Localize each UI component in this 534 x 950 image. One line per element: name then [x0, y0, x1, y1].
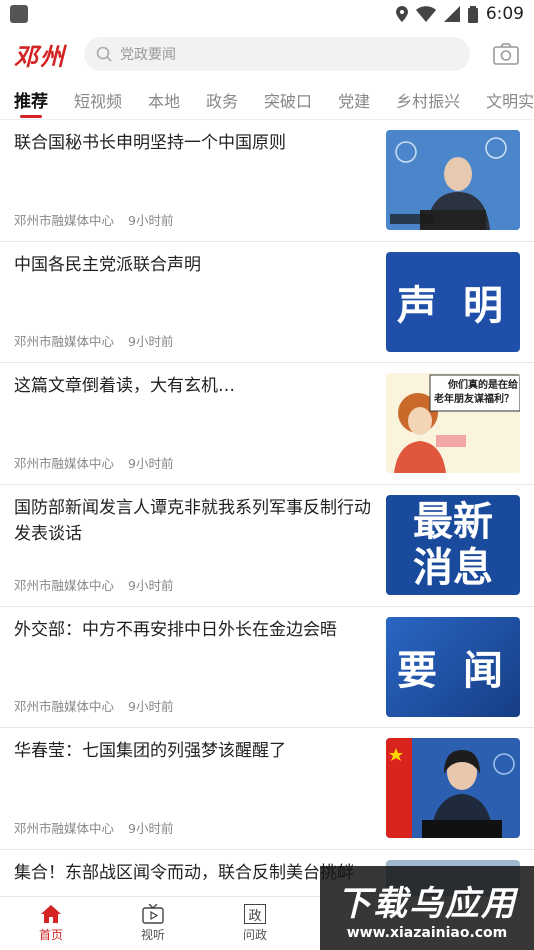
- news-time: 9小时前: [128, 456, 174, 472]
- news-source: 邓州市融媒体中心: [14, 699, 115, 715]
- signal-icon: [443, 6, 460, 22]
- status-right: 6:09: [395, 4, 524, 24]
- nav-home-label: 首页: [38, 928, 63, 942]
- tab-government[interactable]: 政务: [206, 80, 238, 119]
- news-source: 邓州市融媒体中心: [14, 212, 115, 228]
- watermark-title: 下载乌应用: [337, 883, 517, 924]
- search-icon: [96, 46, 112, 62]
- news-title: 中国各民主党派联合声明: [14, 254, 201, 275]
- tab-party[interactable]: 党建: [338, 80, 370, 119]
- cartoon-caption-line-1: 你们真的是在给: [448, 380, 518, 392]
- news-meta: 邓州市融媒体中心 9小时前: [14, 575, 372, 594]
- news-thumbnail: 要 闻: [386, 616, 520, 717]
- nav-politics[interactable]: 政 问政: [204, 897, 306, 950]
- news-time: 9小时前: [128, 821, 174, 837]
- news-text: 外交部：中方不再安排中日外长在金边会晤 邓州市融媒体中心 9小时前: [14, 613, 386, 722]
- nav-tv[interactable]: 视听: [102, 897, 204, 950]
- news-time: 9小时前: [128, 334, 174, 350]
- news-item[interactable]: 外交部：中方不再安排中日外长在金边会晤 邓州市融媒体中心 9小时前 要 闻: [0, 607, 534, 729]
- news-meta: 邓州市融媒体中心 9小时前: [14, 453, 372, 472]
- news-thumbnail: 你们真的是在给 老年朋友谋福利？: [386, 373, 520, 474]
- news-item[interactable]: 联合国秘书长申明坚持一个中国原则 邓州市融媒体中心 9小时前: [0, 120, 534, 242]
- tab-short-video[interactable]: 短视频: [74, 80, 122, 119]
- news-meta: 邓州市融媒体中心 9小时前: [14, 210, 372, 229]
- news-thumbnail: 声 明: [386, 251, 520, 352]
- location-icon: [395, 6, 408, 22]
- news-source: 邓州市融媒体中心: [14, 577, 115, 593]
- news-meta: 邓州市融媒体中心 9小时前: [14, 696, 372, 715]
- news-source: 邓州市融媒体中心: [14, 334, 115, 350]
- news-item[interactable]: 这篇文章倒着读，大有玄机… 邓州市融媒体中心 9小时前 你们真的是在给 老年朋友…: [0, 363, 534, 486]
- un-photo-image: [386, 130, 520, 230]
- news-title: 这篇文章倒着读，大有玄机…: [14, 376, 235, 397]
- notification-icon: [10, 5, 28, 23]
- news-time: 9小时前: [128, 577, 174, 593]
- news-title: 外交部：中方不再安排中日外长在金边会晤: [14, 619, 337, 640]
- news-item[interactable]: 国防部新闻发言人谭克非就我系列军事反制行动发表谈话 邓州市融媒体中心 9小时前 …: [0, 485, 534, 607]
- watermark-logo: 下载乌应用 www.xiazainiao.com: [320, 866, 534, 950]
- news-time: 9小时前: [128, 699, 174, 715]
- news-source: 邓州市融媒体中心: [14, 821, 115, 837]
- news-source: 邓州市融媒体中心: [14, 456, 115, 472]
- news-thumbnail: 最新 消息: [386, 495, 520, 596]
- cartoon-caption-line-2: 老年朋友谋福利？: [434, 394, 514, 406]
- news-title: 国防部新闻发言人谭克非就我系列军事反制行动发表谈话: [14, 498, 371, 545]
- zheng-icon: 政: [244, 904, 266, 924]
- battery-icon: [467, 5, 478, 23]
- cartoon-caption: 你们真的是在给 老年朋友谋福利？: [434, 379, 518, 407]
- news-meta: 邓州市融媒体中心 9小时前: [14, 331, 372, 350]
- tab-local[interactable]: 本地: [148, 80, 180, 119]
- news-title: 集合！东部战区闻令而动，联合反制美台挑衅: [14, 863, 354, 884]
- news-feed: 联合国秘书长申明坚持一个中国原则 邓州市融媒体中心 9小时前 中国各民主党派联合…: [0, 120, 534, 896]
- tab-civilization[interactable]: 文明实践: [486, 80, 534, 119]
- search-placeholder: 党政要闻: [120, 47, 176, 63]
- status-time: 6:09: [485, 4, 524, 24]
- news-text: 这篇文章倒着读，大有玄机… 邓州市融媒体中心 9小时前: [14, 369, 386, 478]
- app-logo: 邓州: [14, 41, 66, 71]
- nav-home[interactable]: 首页: [0, 897, 102, 950]
- tab-rural[interactable]: 乡村振兴: [396, 80, 460, 119]
- tab-breakthrough[interactable]: 突破口: [264, 80, 312, 119]
- home-icon: [41, 905, 61, 923]
- news-title: 联合国秘书长申明坚持一个中国原则: [14, 133, 286, 153]
- tv-icon: [142, 904, 164, 924]
- app-header: 邓州 党政要闻: [0, 28, 534, 80]
- watermark-url: www.xiazainiao.com: [346, 924, 508, 941]
- news-time: 9小时前: [128, 212, 174, 228]
- thumb-text: 要 闻: [397, 647, 509, 694]
- tab-recommend[interactable]: 推荐: [14, 80, 48, 119]
- thumb-text-1: 最新: [413, 499, 493, 546]
- wifi-icon: [415, 6, 436, 22]
- category-tabs: 推荐 短视频 本地 政务 突破口 党建 乡村振兴 文明实践: [0, 80, 534, 120]
- thumb-text: 声 明: [397, 282, 509, 329]
- news-text: 华春莹：七国集团的列强梦该醒醒了 邓州市融媒体中心 9小时前: [14, 734, 386, 843]
- camera-icon[interactable]: [492, 40, 520, 68]
- thumb-text-2: 消息: [413, 545, 493, 592]
- nav-politics-label: 问政: [242, 928, 267, 942]
- zheng-icon-text: 政: [248, 908, 262, 924]
- search-bar[interactable]: 党政要闻: [84, 37, 470, 71]
- news-item[interactable]: 中国各民主党派联合声明 邓州市融媒体中心 9小时前 声 明: [0, 242, 534, 364]
- news-meta: 邓州市融媒体中心 9小时前: [14, 818, 372, 837]
- news-thumbnail: [386, 130, 520, 230]
- nav-tv-label: 视听: [140, 928, 165, 942]
- news-title: 华春莹：七国集团的列强梦该醒醒了: [14, 741, 286, 762]
- status-bar: 6:09: [0, 0, 534, 28]
- news-text: 中国各民主党派联合声明 邓州市融媒体中心 9小时前: [14, 248, 386, 357]
- news-text: 联合国秘书长申明坚持一个中国原则 邓州市融媒体中心 9小时前: [14, 126, 386, 235]
- news-item[interactable]: 华春莹：七国集团的列强梦该醒醒了 邓州市融媒体中心 9小时前: [0, 728, 534, 851]
- news-text: 国防部新闻发言人谭克非就我系列军事反制行动发表谈话 邓州市融媒体中心 9小时前: [14, 491, 386, 600]
- news-thumbnail: [386, 738, 520, 839]
- press-photo-image: [386, 738, 520, 839]
